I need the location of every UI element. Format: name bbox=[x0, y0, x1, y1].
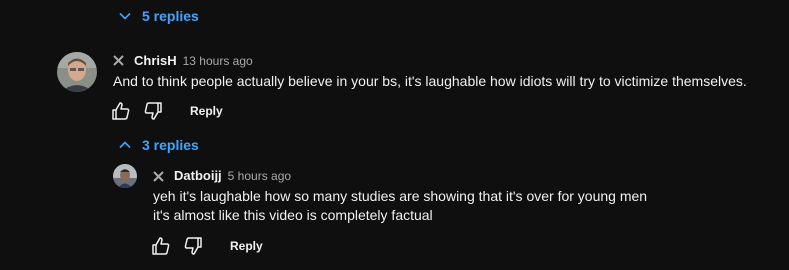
comment-timestamp[interactable]: 13 hours ago bbox=[183, 54, 253, 68]
reply-timestamp[interactable]: 5 hours ago bbox=[228, 169, 291, 183]
reply-text-line-2: it's almost like this video is completel… bbox=[153, 207, 433, 223]
chevron-up-icon bbox=[118, 138, 132, 152]
reply-button[interactable]: Reply bbox=[190, 104, 223, 118]
close-icon[interactable] bbox=[113, 53, 124, 66]
view-replies-label: 5 replies bbox=[142, 8, 199, 24]
comment-text: And to think people actually believe in … bbox=[113, 73, 747, 89]
view-replies-toggle[interactable]: 5 replies bbox=[118, 8, 199, 24]
reply-text-line-1: yeh it's laughable how so many studies a… bbox=[153, 188, 648, 204]
chevron-down-icon bbox=[118, 9, 132, 23]
thumbs-up-icon[interactable] bbox=[150, 235, 172, 257]
reply-author[interactable]: Datboijj bbox=[174, 168, 222, 183]
thumbs-down-icon[interactable] bbox=[182, 235, 204, 257]
comment-header: ChrisH 13 hours ago bbox=[134, 53, 253, 68]
reply-button[interactable]: Reply bbox=[230, 239, 263, 253]
comment-author[interactable]: ChrisH bbox=[134, 53, 177, 68]
thumbs-down-icon[interactable] bbox=[142, 100, 164, 122]
reply-actions: Reply bbox=[150, 235, 263, 257]
replies-label: 3 replies bbox=[142, 137, 199, 153]
close-icon[interactable] bbox=[153, 169, 164, 182]
reply-header: Datboijj 5 hours ago bbox=[174, 168, 291, 183]
thumbs-up-icon[interactable] bbox=[110, 100, 132, 122]
avatar[interactable] bbox=[57, 52, 97, 92]
hide-replies-toggle[interactable]: 3 replies bbox=[118, 137, 199, 153]
comment-actions: Reply bbox=[110, 100, 223, 122]
avatar[interactable] bbox=[113, 164, 137, 188]
